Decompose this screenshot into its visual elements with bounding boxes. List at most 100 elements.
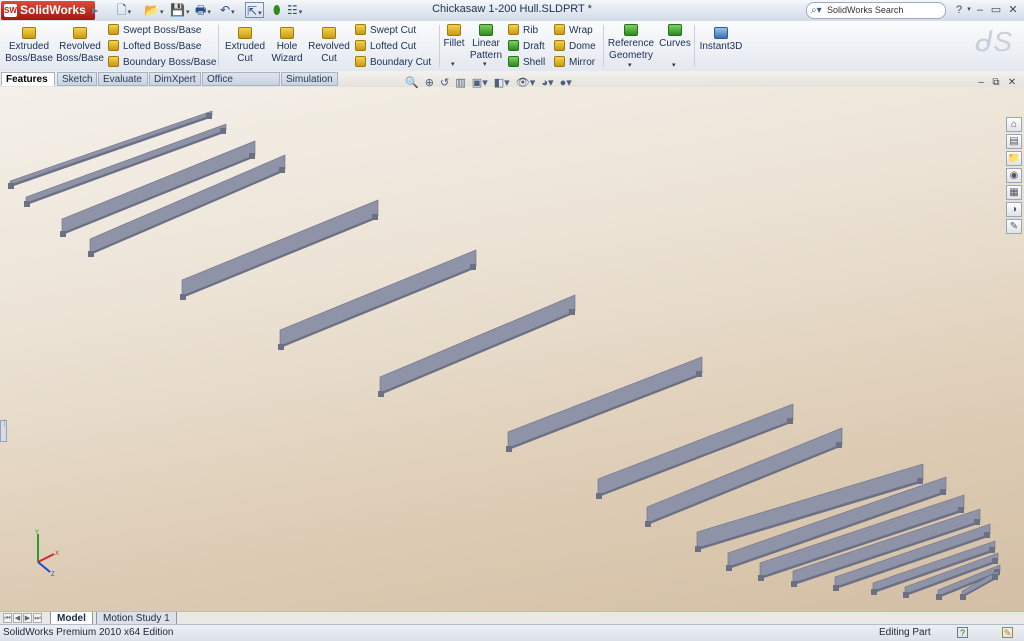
extruded-boss-icon: [22, 27, 36, 39]
viewport-close-icon[interactable]: ✕: [1006, 77, 1018, 89]
status-edition: SolidWorks Premium 2010 x64 Edition: [3, 627, 174, 638]
ds-logo-icon: ᑯS: [975, 26, 1012, 57]
mirror-button[interactable]: Mirror: [554, 55, 595, 70]
hull-frame-part[interactable]: [378, 294, 576, 397]
search-input[interactable]: ⌕▾ SolidWorks Search: [806, 2, 946, 19]
feature-manager-expand-handle[interactable]: ⋮: [0, 420, 8, 442]
linear-pattern-dropdown-icon[interactable]: ▾: [483, 60, 487, 68]
custom-properties-icon[interactable]: ✎: [1006, 219, 1022, 234]
wrap-button[interactable]: Wrap: [554, 23, 593, 38]
ribbon-separator: [694, 25, 695, 67]
swept-cut-label: Swept Cut: [370, 25, 417, 36]
print-icon[interactable]: 🖶▾: [195, 2, 211, 18]
help-status-icon[interactable]: ?: [957, 627, 968, 638]
lofted-cut-icon: [355, 40, 366, 51]
draft-button[interactable]: Draft: [508, 39, 545, 54]
minimize-icon[interactable]: –: [972, 3, 988, 17]
file-explorer-icon[interactable]: 📁: [1006, 151, 1022, 166]
tab-dimxpert[interactable]: DimXpert: [149, 72, 201, 86]
revolved-cut-label: Revolved Cut: [308, 41, 350, 64]
hull-frame-part[interactable]: [180, 199, 379, 300]
wrap-icon: [554, 24, 565, 35]
revolved-boss-button[interactable]: Revolved Boss/Base: [56, 27, 104, 65]
extruded-cut-button[interactable]: Extruded Cut: [222, 27, 268, 65]
prev-tab-icon[interactable]: ◀: [13, 613, 22, 623]
tab-features[interactable]: Features: [1, 72, 55, 86]
options-icon[interactable]: ☷▾: [287, 2, 302, 18]
extruded-boss-button[interactable]: Extruded Boss/Base: [4, 27, 54, 65]
viewport-minimize-icon[interactable]: –: [975, 77, 987, 89]
xyz-triad-icon: Y X Z: [35, 530, 59, 576]
notes-icon[interactable]: ✎: [1002, 627, 1013, 638]
shell-icon: [508, 56, 519, 67]
tab-sketch[interactable]: Sketch: [57, 72, 97, 86]
linear-pattern-button[interactable]: Linear Pattern: [468, 24, 504, 62]
view-orientation-icon[interactable]: ▣▾: [472, 77, 488, 89]
solidworks-resources-icon[interactable]: ⌂: [1006, 117, 1022, 132]
lofted-boss-button[interactable]: Lofted Boss/Base: [108, 39, 201, 54]
model-geometry[interactable]: [0, 87, 1024, 611]
graphics-viewport[interactable]: ⋮: [0, 87, 1024, 611]
revolved-boss-label: Revolved Boss/Base: [56, 41, 104, 64]
hull-frame-part[interactable]: [596, 403, 794, 499]
boundary-cut-button[interactable]: Boundary Cut: [355, 55, 431, 70]
curves-dropdown-icon[interactable]: ▾: [672, 61, 676, 69]
extruded-cut-label: Extruded Cut: [224, 41, 266, 64]
rib-button[interactable]: Rib: [508, 23, 538, 38]
fillet-dropdown-icon[interactable]: ▾: [451, 60, 455, 68]
zoom-to-area-icon[interactable]: ⊕: [425, 77, 434, 89]
solidworks-menu-button[interactable]: SW SolidWorks: [1, 1, 95, 20]
display-style-icon[interactable]: ◧▾: [494, 77, 510, 89]
dome-button[interactable]: Dome: [554, 39, 596, 54]
swept-cut-button[interactable]: Swept Cut: [355, 23, 416, 38]
extruded-boss-label: Extruded Boss/Base: [5, 41, 53, 64]
close-icon[interactable]: ✕: [1005, 3, 1021, 17]
hide-show-items-icon[interactable]: 👁▾: [516, 77, 536, 89]
swept-boss-button[interactable]: Swept Boss/Base: [108, 23, 201, 38]
mirror-icon: [554, 56, 565, 67]
revolved-cut-button[interactable]: Revolved Cut: [307, 27, 351, 65]
search-results-icon[interactable]: ◉: [1006, 168, 1022, 183]
tab-office-products[interactable]: Office Products: [202, 72, 280, 99]
curves-button[interactable]: Curves: [658, 24, 692, 50]
first-tab-icon[interactable]: ⏮: [3, 613, 12, 623]
dome-label: Dome: [569, 41, 596, 52]
select-arrow-icon[interactable]: ⇱▾: [245, 2, 264, 18]
rebuild-icon[interactable]: ⬮: [273, 2, 281, 18]
boundary-boss-button[interactable]: Boundary Boss/Base: [108, 55, 216, 70]
hole-wizard-button[interactable]: Hole Wizard: [268, 27, 306, 65]
view-palette-icon[interactable]: ▦: [1006, 185, 1022, 200]
fillet-button[interactable]: Fillet: [442, 24, 466, 50]
section-view-icon[interactable]: ▥: [455, 77, 465, 89]
edit-appearance-icon[interactable]: ◕▾: [541, 77, 553, 89]
tab-evaluate[interactable]: Evaluate: [98, 72, 148, 86]
reference-geometry-button[interactable]: Reference Geometry: [606, 24, 656, 62]
swept-cut-icon: [355, 24, 366, 35]
apply-scene-icon[interactable]: ●▾: [560, 77, 572, 89]
instant3d-button[interactable]: Instant3D: [698, 27, 744, 53]
lofted-cut-button[interactable]: Lofted Cut: [355, 39, 416, 54]
menu-expand-arrow-icon[interactable]: ▶: [92, 1, 98, 20]
ribbon-separator: [603, 25, 604, 67]
instant3d-icon: [714, 27, 728, 39]
open-folder-icon[interactable]: 📂▾: [144, 2, 163, 18]
reference-geometry-dropdown-icon[interactable]: ▾: [628, 61, 632, 69]
tab-simulation[interactable]: Simulation: [281, 72, 338, 86]
shell-button[interactable]: Shell: [508, 55, 545, 70]
save-icon[interactable]: 💾▾: [170, 2, 189, 18]
design-library-icon[interactable]: ▤: [1006, 134, 1022, 149]
hull-frame-part[interactable]: [278, 249, 477, 350]
previous-view-icon[interactable]: ↺: [440, 77, 449, 89]
hole-wizard-icon: [280, 27, 294, 39]
hull-frame-part[interactable]: [506, 356, 703, 452]
undo-icon[interactable]: ↶▾: [220, 2, 235, 18]
maximize-icon[interactable]: ▭: [988, 3, 1004, 17]
next-tab-icon[interactable]: ▶: [23, 613, 32, 623]
viewport-restore-icon[interactable]: ⧉: [990, 77, 1002, 89]
last-tab-icon[interactable]: ⏭: [33, 613, 42, 623]
linear-pattern-label: Linear Pattern: [469, 38, 503, 61]
curves-label: Curves: [659, 38, 691, 49]
new-document-icon[interactable]: 🗋▾: [117, 2, 131, 18]
appearances-scenes-icon[interactable]: ◑: [1006, 202, 1022, 217]
zoom-to-fit-icon[interactable]: 🔍: [405, 77, 419, 89]
